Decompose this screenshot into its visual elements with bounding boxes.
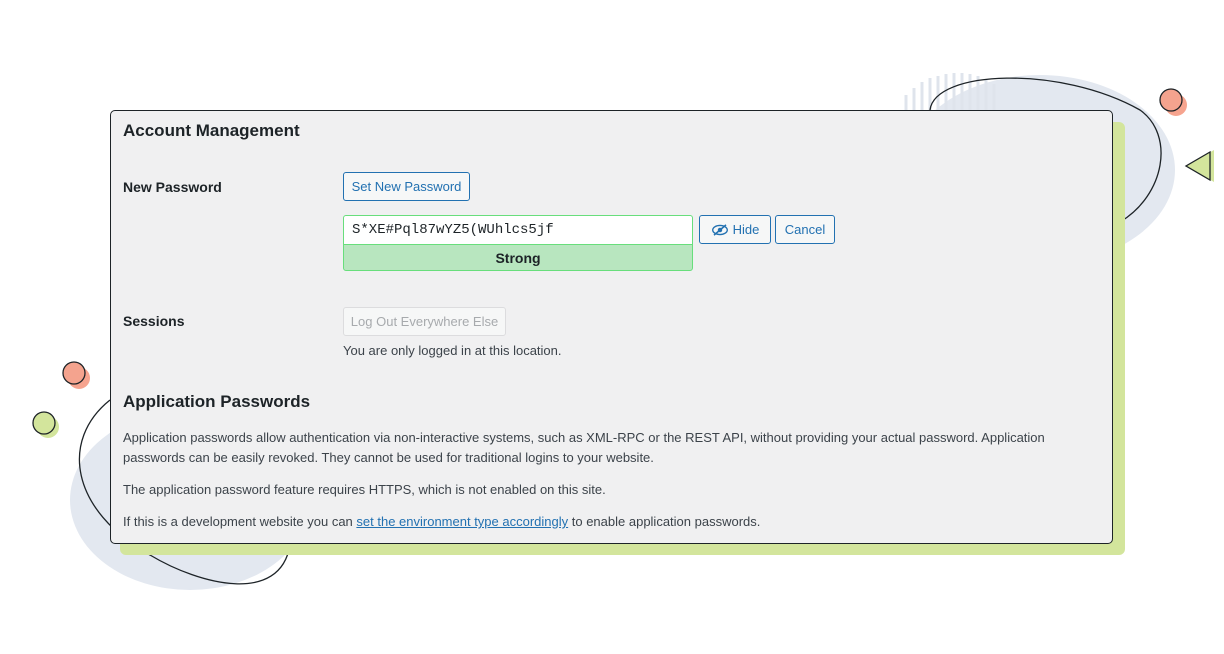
stage: Account Management New Password Set New … xyxy=(0,0,1224,654)
password-strength-indicator: Strong xyxy=(343,244,693,271)
development-site-note: If this is a development website you can… xyxy=(123,512,1103,532)
hide-button-label: Hide xyxy=(732,222,760,237)
eye-slash-icon xyxy=(711,223,728,236)
log-out-everywhere-button[interactable]: Log Out Everywhere Else xyxy=(343,307,506,336)
new-password-input[interactable]: S*XE#Pql87wYZ5(WUhlcs5jf xyxy=(343,215,693,244)
circle-green-left xyxy=(32,411,56,435)
account-management-heading: Account Management xyxy=(123,121,300,140)
app-passwords-description: Application passwords allow authenticati… xyxy=(123,430,1045,465)
cancel-button[interactable]: Cancel xyxy=(775,215,835,244)
password-value: S*XE#Pql87wYZ5(WUhlcs5jf xyxy=(352,222,554,238)
hide-password-button[interactable]: Hide xyxy=(699,215,771,244)
circle-orange-top xyxy=(1159,88,1183,112)
set-new-password-button[interactable]: Set New Password xyxy=(343,172,470,201)
application-passwords-heading: Application Passwords xyxy=(123,392,311,411)
circle-orange-left xyxy=(62,361,86,385)
note-prefix: If this is a development website you can xyxy=(123,514,357,529)
environment-type-link[interactable]: set the environment type accordingly xyxy=(356,514,568,529)
account-panel: Account Management New Password Set New … xyxy=(110,110,1113,544)
new-password-label: New Password xyxy=(123,179,222,195)
https-requirement-note: The application password feature require… xyxy=(123,482,606,497)
sessions-description: You are only logged in at this location. xyxy=(343,343,562,358)
note-suffix: to enable application passwords. xyxy=(568,514,761,529)
sessions-label: Sessions xyxy=(123,313,185,329)
